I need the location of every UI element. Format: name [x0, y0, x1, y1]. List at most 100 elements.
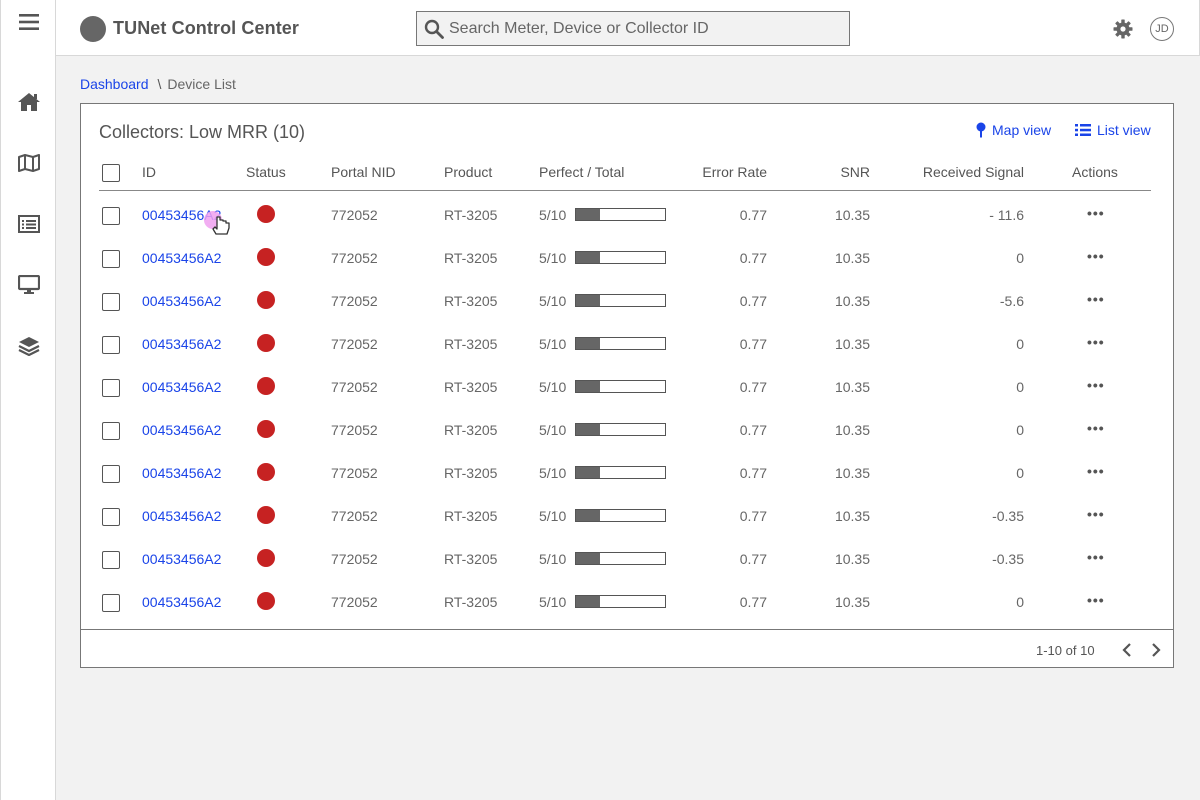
- row-checkbox[interactable]: [102, 551, 120, 569]
- collector-id-link[interactable]: 00453456A2: [142, 293, 221, 309]
- row-actions-menu-icon[interactable]: •••: [1087, 291, 1105, 307]
- error-rate: 0.77: [739, 422, 767, 438]
- table-row: 00453456A2 772052 RT-3205 5/10 0.77 10.35 0 •••: [81, 322, 1175, 365]
- sidebar-item-layers[interactable]: [1, 326, 57, 366]
- sidebar-item-home[interactable]: [1, 82, 57, 122]
- collector-id-link[interactable]: 00453456A2: [142, 465, 221, 481]
- product: RT-3205: [444, 336, 498, 352]
- portal-nid: 772052: [331, 336, 378, 352]
- breadcrumb-dashboard-link[interactable]: Dashboard: [80, 76, 149, 92]
- perfect-total: 5/10: [539, 293, 567, 309]
- portal-nid: 772052: [331, 379, 378, 395]
- column-header-id[interactable]: ID: [142, 164, 156, 180]
- row-checkbox[interactable]: [102, 207, 120, 225]
- progress-fill: [576, 424, 601, 435]
- row-checkbox[interactable]: [102, 250, 120, 268]
- row-actions-menu-icon[interactable]: •••: [1087, 248, 1105, 264]
- row-checkbox[interactable]: [102, 422, 120, 440]
- collector-id-link[interactable]: 00453456A2: [142, 336, 221, 352]
- collector-id-link[interactable]: 00453456A2: [142, 508, 221, 524]
- portal-nid: 772052: [331, 551, 378, 567]
- list-view-icon: [1075, 124, 1091, 136]
- table-header-divider: [99, 190, 1151, 191]
- row-actions-menu-icon[interactable]: •••: [1087, 377, 1105, 393]
- row-actions-menu-icon[interactable]: •••: [1087, 549, 1105, 565]
- search-icon: [424, 19, 444, 39]
- progress-fill: [576, 467, 601, 478]
- table-row: 00453456A2 772052 RT-3205 5/10 0.77 10.35 -0.3…: [81, 494, 1175, 537]
- breadcrumb: Dashboard \ Device List: [80, 76, 236, 92]
- column-header-product[interactable]: Product: [444, 164, 492, 180]
- snr: 10.35: [834, 207, 870, 223]
- column-header-snr[interactable]: SNR: [840, 164, 870, 180]
- collector-id-link[interactable]: 00453456A2: [142, 422, 221, 438]
- map-pin-icon: [976, 122, 986, 138]
- column-header-perfect-total[interactable]: Perfect / Total: [539, 164, 624, 180]
- row-actions-menu-icon[interactable]: •••: [1087, 506, 1105, 522]
- progress-fill: [576, 596, 601, 607]
- row-checkbox[interactable]: [102, 465, 120, 483]
- row-checkbox[interactable]: [102, 293, 120, 311]
- collector-id-link[interactable]: 00453456A2: [142, 551, 221, 567]
- collector-id-link[interactable]: 00453456A2: [142, 379, 221, 395]
- next-page-icon[interactable]: [1150, 642, 1162, 658]
- list-view-link[interactable]: List view: [1075, 122, 1151, 138]
- layers-icon: [18, 337, 40, 356]
- snr: 10.35: [834, 508, 870, 524]
- perfect-total: 5/10: [539, 508, 567, 524]
- row-actions-menu-icon[interactable]: •••: [1087, 592, 1105, 608]
- status-indicator: [257, 291, 275, 309]
- received-signal: 0: [1016, 422, 1024, 438]
- list-view-label: List view: [1097, 122, 1151, 138]
- menu-icon: [19, 14, 39, 30]
- error-rate: 0.77: [739, 293, 767, 309]
- row-checkbox[interactable]: [102, 508, 120, 526]
- column-header-error-rate[interactable]: Error Rate: [702, 164, 767, 180]
- user-avatar[interactable]: JD: [1150, 17, 1174, 41]
- row-actions-menu-icon[interactable]: •••: [1087, 205, 1105, 221]
- row-actions-menu-icon[interactable]: •••: [1087, 463, 1105, 479]
- sidebar-item-map[interactable]: [1, 143, 57, 183]
- collector-id-link[interactable]: 00453456A2: [142, 594, 221, 610]
- row-actions-menu-icon[interactable]: •••: [1087, 334, 1105, 350]
- map-view-link[interactable]: Map view: [976, 122, 1051, 138]
- column-header-portal-nid[interactable]: Portal NID: [331, 164, 396, 180]
- row-actions-menu-icon[interactable]: •••: [1087, 420, 1105, 436]
- column-header-received-signal[interactable]: Received Signal: [923, 164, 1024, 180]
- table-row: 00453456A2 772052 RT-3205 5/10 0.77 10.35- 11…: [81, 193, 1175, 236]
- snr: 10.35: [834, 594, 870, 610]
- error-rate: 0.77: [739, 207, 767, 223]
- perfect-total: 5/10: [539, 250, 567, 266]
- error-rate: 0.77: [739, 508, 767, 524]
- status-indicator: [257, 334, 275, 352]
- perfect-total: 5/10: [539, 465, 567, 481]
- sidebar-item-monitor[interactable]: [1, 265, 57, 305]
- column-header-status[interactable]: Status: [246, 164, 286, 180]
- pointer-cursor-icon: [204, 211, 230, 235]
- portal-nid: 772052: [331, 422, 378, 438]
- row-checkbox[interactable]: [102, 336, 120, 354]
- perfect-total-progress-bar: [575, 251, 666, 264]
- search-box[interactable]: [416, 11, 850, 46]
- status-indicator: [257, 248, 275, 266]
- map-icon: [18, 154, 40, 172]
- perfect-total: 5/10: [539, 422, 567, 438]
- perfect-total-progress-bar: [575, 423, 666, 436]
- row-checkbox[interactable]: [102, 379, 120, 397]
- search-input[interactable]: [449, 12, 844, 45]
- sidebar-item-list[interactable]: [1, 204, 57, 244]
- status-indicator: [257, 592, 275, 610]
- select-all-checkbox[interactable]: [102, 164, 120, 182]
- error-rate: 0.77: [739, 379, 767, 395]
- gear-icon[interactable]: [1113, 19, 1133, 39]
- row-checkbox[interactable]: [102, 594, 120, 612]
- progress-fill: [576, 338, 601, 349]
- previous-page-icon[interactable]: [1121, 642, 1133, 658]
- received-signal: -0.35: [992, 551, 1024, 567]
- progress-fill: [576, 295, 601, 306]
- product: RT-3205: [444, 422, 498, 438]
- collector-id-link[interactable]: 00453456A2: [142, 250, 221, 266]
- menu-button[interactable]: [1, 2, 57, 42]
- list-icon: [18, 215, 40, 233]
- portal-nid: 772052: [331, 465, 378, 481]
